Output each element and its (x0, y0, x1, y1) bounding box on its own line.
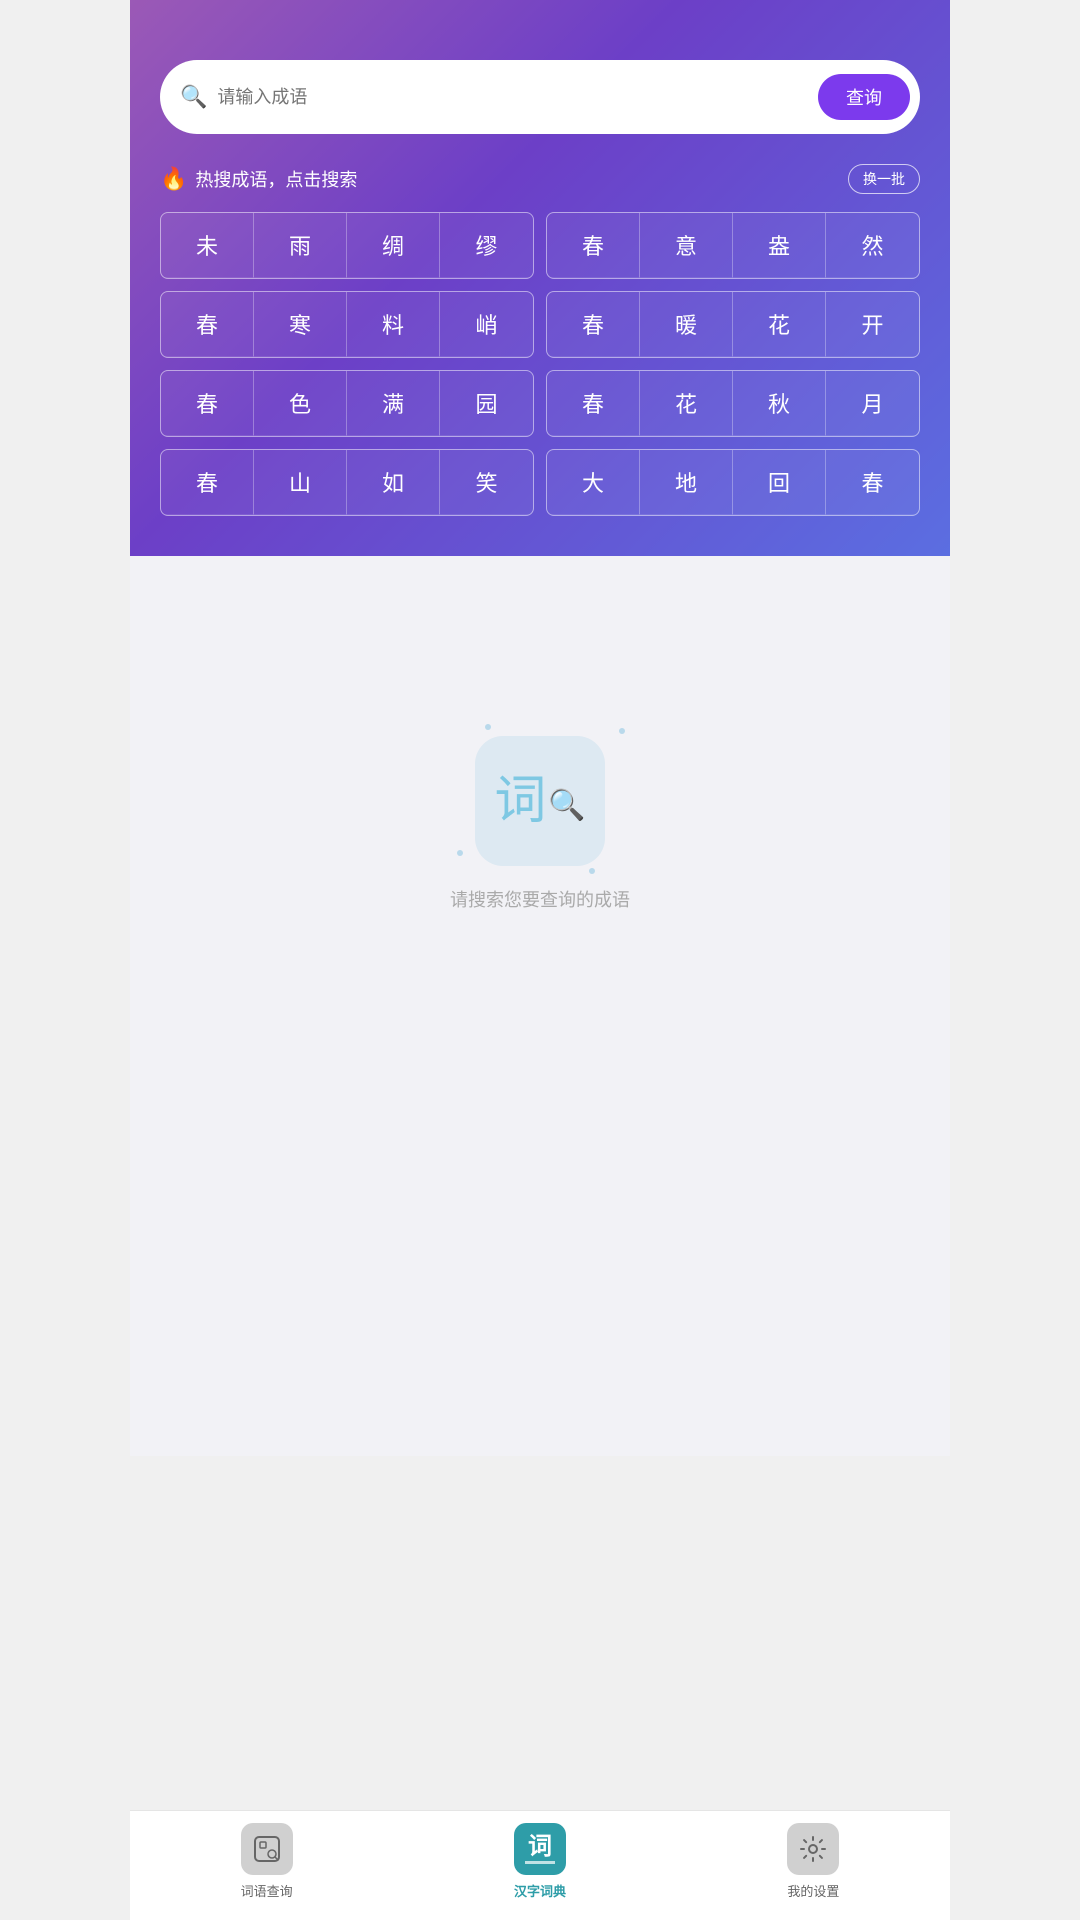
settings-gear-icon (799, 1835, 827, 1863)
idiom-char: 大 (547, 450, 640, 515)
idiom-char: 料 (347, 292, 440, 357)
idiom-char: 春 (547, 213, 640, 278)
nav-icon-hanzi-dict: 词 (514, 1823, 566, 1875)
idiom-char: 雨 (254, 213, 347, 278)
dict-word-icon: 词 (494, 775, 546, 827)
idiom-char: 地 (640, 450, 733, 515)
idiom-card-1[interactable]: 春意盎然 (546, 212, 920, 279)
idiom-card-6[interactable]: 春山如笑 (160, 449, 534, 516)
nav-icon-word-query (241, 1823, 293, 1875)
word-query-icon (253, 1835, 281, 1863)
idiom-char: 然 (826, 213, 919, 278)
search-button[interactable]: 查询 (818, 74, 910, 120)
refresh-button[interactable]: 换一批 (848, 164, 920, 194)
idiom-card-5[interactable]: 春花秋月 (546, 370, 920, 437)
nav-item-my-settings[interactable]: 我的设置 (677, 1823, 950, 1900)
nav-item-word-query[interactable]: 词语查询 (130, 1823, 403, 1900)
idiom-char: 笑 (440, 450, 533, 515)
nav-label-word-query: 词语查询 (241, 1881, 293, 1900)
idiom-char: 意 (640, 213, 733, 278)
idiom-char: 山 (254, 450, 347, 515)
nav-label-my-settings: 我的设置 (787, 1881, 839, 1900)
dot-decoration (619, 728, 625, 734)
idiom-char: 花 (733, 292, 826, 357)
idiom-card-0[interactable]: 未雨绸缪 (160, 212, 534, 279)
empty-state: 词 🔍 请搜索您要查询的成语 (450, 736, 630, 912)
idiom-card-4[interactable]: 春色满园 (160, 370, 534, 437)
idiom-char: 暖 (640, 292, 733, 357)
search-bar: 🔍 查询 (160, 60, 920, 134)
idiom-char: 开 (826, 292, 919, 357)
idiom-card-3[interactable]: 春暖花开 (546, 291, 920, 358)
idiom-card-2[interactable]: 春寒料峭 (160, 291, 534, 358)
idiom-char: 满 (347, 371, 440, 436)
idiom-char: 缪 (440, 213, 533, 278)
hot-header: 🔥 热搜成语，点击搜索 换一批 (160, 164, 920, 194)
idiom-char: 回 (733, 450, 826, 515)
idiom-char: 春 (161, 292, 254, 357)
header-section: 🔍 查询 🔥 热搜成语，点击搜索 换一批 未雨绸缪春意盎然春寒料峭春暖花开春色满… (130, 0, 950, 556)
hot-title-label: 热搜成语，点击搜索 (195, 166, 357, 192)
idiom-char: 峭 (440, 292, 533, 357)
idiom-grid: 未雨绸缪春意盎然春寒料峭春暖花开春色满园春花秋月春山如笑大地回春 (160, 212, 920, 516)
idiom-char: 春 (161, 450, 254, 515)
idiom-char: 绸 (347, 213, 440, 278)
empty-label: 请搜索您要查询的成语 (450, 886, 630, 912)
dict-char: 词 (528, 1835, 552, 1859)
nav-label-hanzi-dict: 汉字词典 (514, 1881, 566, 1900)
dict-icon-inner: 词 (525, 1835, 555, 1864)
idiom-char: 色 (254, 371, 347, 436)
fire-icon: 🔥 (160, 166, 187, 192)
idiom-char: 盎 (733, 213, 826, 278)
bottom-nav: 词语查询 词 汉字词典 我的设置 (130, 1810, 950, 1920)
main-content: 词 🔍 请搜索您要查询的成语 (130, 556, 950, 1456)
nav-icon-my-settings (787, 1823, 839, 1875)
idiom-char: 寒 (254, 292, 347, 357)
dot-decoration (485, 724, 491, 730)
dot-decoration (589, 868, 595, 874)
idiom-char: 未 (161, 213, 254, 278)
dict-underline (525, 1861, 555, 1864)
idiom-char: 花 (640, 371, 733, 436)
idiom-card-7[interactable]: 大地回春 (546, 449, 920, 516)
idiom-char: 春 (826, 450, 919, 515)
idiom-char: 园 (440, 371, 533, 436)
dot-decoration (457, 850, 463, 856)
idiom-char: 春 (547, 292, 640, 357)
idiom-char: 春 (161, 371, 254, 436)
hot-title: 🔥 热搜成语，点击搜索 (160, 166, 357, 192)
search-icon: 🔍 (180, 84, 207, 110)
idiom-char: 如 (347, 450, 440, 515)
idiom-char: 月 (826, 371, 919, 436)
idiom-char: 秋 (733, 371, 826, 436)
empty-icon-box: 词 🔍 (475, 736, 605, 866)
nav-item-hanzi-dict[interactable]: 词 汉字词典 (403, 1823, 676, 1900)
search-input[interactable] (217, 87, 818, 108)
idiom-char: 春 (547, 371, 640, 436)
dict-search-icon: 🔍 (548, 788, 585, 823)
